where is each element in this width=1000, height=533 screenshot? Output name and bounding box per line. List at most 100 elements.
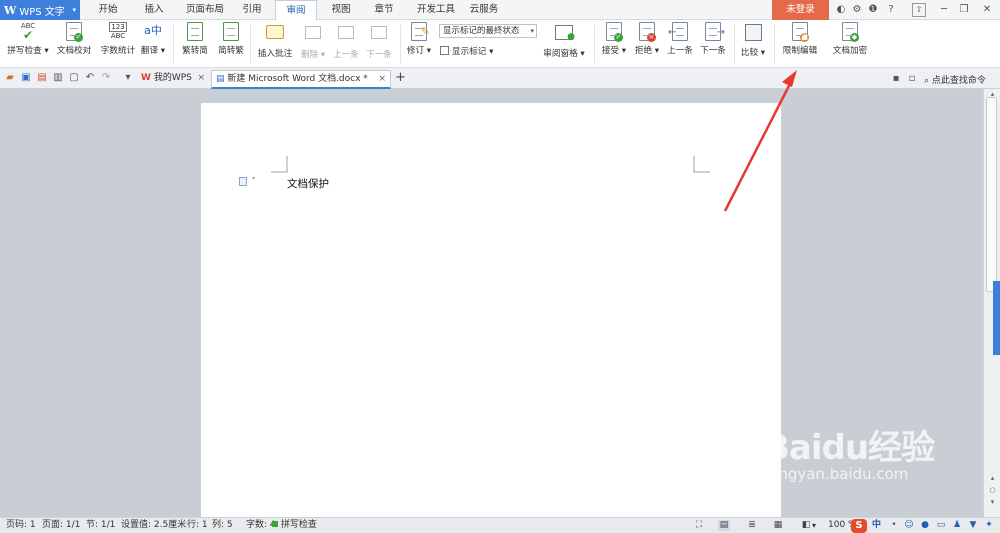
tab-developer[interactable]: 开发工具 <box>409 0 463 20</box>
tab-view[interactable]: 视图 <box>323 0 359 20</box>
tab-my-wps[interactable]: W 我的WPS × <box>137 70 209 89</box>
proofread-button[interactable]: ✓ 文档校对 <box>54 22 94 64</box>
review-pane-button[interactable]: ● 审阅窗格 ▾ <box>541 22 587 64</box>
tab-references[interactable]: 引用 <box>236 0 268 20</box>
markup-state-select[interactable]: 显示标记的最终状态 ▾ <box>439 24 537 38</box>
next-change-button[interactable]: → 下一条 <box>698 22 728 64</box>
page-view-icon[interactable]: ▤ <box>718 520 730 531</box>
ime-mode[interactable]: 中 <box>872 518 881 533</box>
tab-page-layout[interactable]: 页面布局 <box>179 0 231 20</box>
review-ribbon: ABC ✔ 拼写检查 ▾ ✓ 文档校对 123 ABC 字数统计 a中 翻译 ▾… <box>0 20 1000 68</box>
close-tab-icon[interactable]: × <box>197 70 205 87</box>
pin-icon[interactable]: ▫ <box>906 73 918 85</box>
reject-button[interactable]: × 拒绝 ▾ <box>632 22 662 64</box>
accept-button[interactable]: ✓ 接受 ▾ <box>599 22 629 64</box>
sogou-ime-icon[interactable]: S <box>851 519 867 533</box>
trad-to-simp-button[interactable]: 繁转简 <box>178 22 212 64</box>
fullscreen-icon[interactable]: ⛶ <box>693 520 705 531</box>
print-preview-icon[interactable]: ▢ <box>68 72 80 84</box>
punctuation-icon[interactable]: • <box>888 520 900 531</box>
save-icon[interactable]: ▣ <box>20 72 32 84</box>
tab-cloud[interactable]: 云服务 <box>465 0 503 20</box>
spellcheck-button[interactable]: ABC ✔ 拼写检查 ▾ <box>6 22 50 64</box>
ribbon-divider <box>594 25 595 63</box>
settings-icon[interactable]: ⚙ <box>850 3 864 17</box>
arrow-left-icon: ← <box>668 27 677 38</box>
word-count-button[interactable]: 123 ABC 字数统计 <box>98 22 138 64</box>
close-icon[interactable]: ✕ <box>980 3 994 17</box>
accept-label: 接受 <box>601 46 620 56</box>
document-text[interactable]: 文档保护 <box>287 176 329 191</box>
page-indicator-icon[interactable]: ○ <box>987 485 998 495</box>
scroll-down-icon[interactable]: ▾ <box>987 497 998 507</box>
tab-review[interactable]: 审阅 <box>275 0 317 21</box>
export-pdf-icon[interactable]: ▤ <box>36 72 48 84</box>
show-markup-button[interactable]: 显示标记 ▾ <box>440 45 493 57</box>
restore-icon[interactable]: ❐ <box>957 3 971 17</box>
revision-button[interactable]: ✎ 修订 ▾ <box>405 22 433 64</box>
insert-comment-label: 插入批注 <box>257 49 293 59</box>
microphone-icon[interactable]: ● <box>919 520 931 531</box>
chevron-down-icon[interactable]: ▾ <box>252 175 255 182</box>
compare-label: 比较 <box>740 48 759 58</box>
paragraph-layout-icon[interactable] <box>239 177 247 186</box>
scroll-up-icon[interactable]: ▴ <box>987 473 998 483</box>
info-icon[interactable]: ❶ <box>866 3 880 17</box>
tab-chapter[interactable]: 章节 <box>365 0 403 20</box>
magnifier-icon: ● <box>567 32 575 42</box>
translate-button[interactable]: a中 翻译 ▾ <box>140 22 166 64</box>
minimize-icon[interactable]: ─ <box>937 3 951 17</box>
upload-icon[interactable]: ⇧ <box>912 3 926 17</box>
side-panel-toggle[interactable] <box>993 281 1000 355</box>
web-view-icon[interactable]: ▦ <box>772 520 784 531</box>
app-menu-button[interactable]: W WPS 文字 ▾ <box>0 0 80 20</box>
tools-icon[interactable]: ✦ <box>983 520 995 531</box>
prev-comment-button[interactable]: 上一条 <box>331 22 361 64</box>
scrollbar-thumb[interactable] <box>986 97 997 292</box>
chevron-down-icon: ▾ <box>72 6 76 14</box>
print-icon[interactable]: ▥ <box>52 72 64 84</box>
close-tab-icon[interactable]: × <box>378 71 386 88</box>
outline-view-icon[interactable]: ≣ <box>746 520 758 531</box>
doc-encrypt-button[interactable]: ◆ 文档加密 <box>830 22 870 64</box>
open-folder-icon[interactable]: ▰ <box>4 72 16 84</box>
spellcheck-status[interactable]: 拼写检查 <box>272 518 317 533</box>
redo-icon[interactable]: ↷ <box>100 72 112 84</box>
skin-shirt-icon[interactable]: ▼ <box>967 520 979 531</box>
keyboard-icon[interactable]: ▭ <box>935 520 947 531</box>
prev-change-button[interactable]: ← 上一条 <box>665 22 695 64</box>
search-command-box[interactable]: ⌕ 点此查找命令 <box>924 73 986 86</box>
status-row: 行: 1 <box>187 520 208 530</box>
crop-mark-top-right <box>693 156 710 173</box>
status-page-code: 页码: 1 <box>6 520 36 530</box>
current-doc-label: 新建 Microsoft Word 文档.docx * <box>227 74 368 84</box>
login-button[interactable]: 未登录 <box>772 0 829 20</box>
word-count-icon: 123 ABC <box>108 22 128 42</box>
skin-icon[interactable]: ◐ <box>834 3 848 17</box>
simp-to-trad-button[interactable]: 简转繁 <box>214 22 248 64</box>
undo-icon[interactable]: ↶ <box>84 72 96 84</box>
comment-box-grey <box>338 26 354 39</box>
reading-mode-icon[interactable]: ◧ <box>800 520 812 531</box>
doc-encrypt-icon: ◆ <box>840 22 860 42</box>
emoji-icon[interactable]: ☺ <box>903 520 915 531</box>
trad-simp-icon <box>185 22 205 42</box>
tab-start[interactable]: 开始 <box>88 0 128 20</box>
feedback-icon[interactable]: ▪ <box>890 73 902 85</box>
document-page[interactable]: ▾ 文档保护 <box>201 103 781 523</box>
tab-current-document[interactable]: ▤ 新建 Microsoft Word 文档.docx * × <box>211 70 391 89</box>
delete-comment-button[interactable]: 删除 ▾ <box>298 22 328 64</box>
spell-status-icon <box>272 521 278 527</box>
help-icon[interactable]: ? <box>884 3 898 17</box>
compare-button[interactable]: 比较 ▾ <box>739 22 767 64</box>
tab-insert[interactable]: 插入 <box>134 0 174 20</box>
next-comment-button[interactable]: 下一条 <box>364 22 394 64</box>
chevron-down-icon: ▾ <box>530 27 534 35</box>
accept-icon: ✓ <box>604 22 624 42</box>
restrict-editing-button[interactable]: ■ 限制编辑 <box>780 22 820 64</box>
user-icon[interactable]: ♟ <box>951 520 963 531</box>
insert-comment-button[interactable]: 插入批注 <box>255 22 295 64</box>
new-tab-button[interactable]: + <box>395 70 406 85</box>
quick-access-dropdown-icon[interactable]: ▾ <box>122 72 134 84</box>
chevron-down-icon[interactable]: ▾ <box>812 518 816 533</box>
